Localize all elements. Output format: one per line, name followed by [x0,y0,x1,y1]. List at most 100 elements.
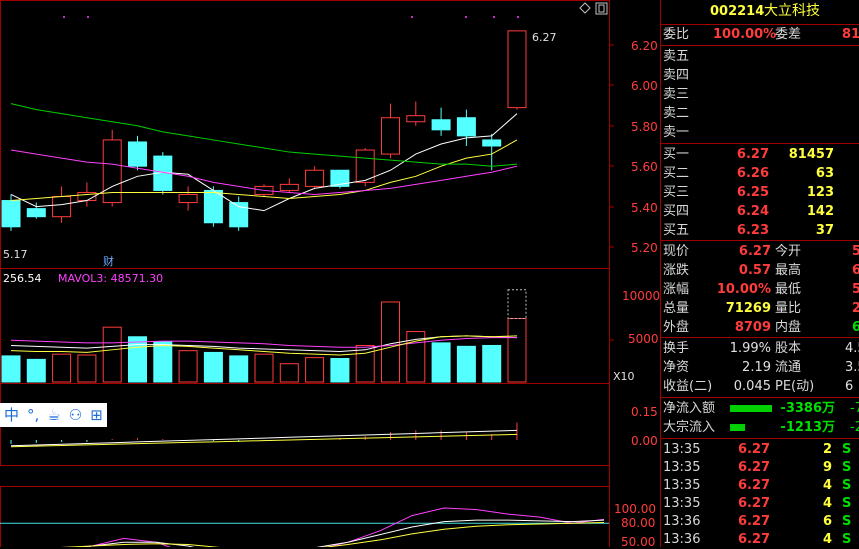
tick-row: 13:35 6.27 9 S [660,458,859,477]
tick-volume: 4 [823,532,833,547]
quote-label: 内盘 [775,320,802,335]
buy-level-label: 买一 [663,147,690,162]
tick-row: 13:35 6.27 4 S [660,476,859,495]
weicha-value: 81 [842,27,859,42]
money-flow-row: 大宗流入 -1213万 -2 [660,418,859,437]
buy-level-label: 买三 [663,185,690,200]
divider [660,337,859,338]
buy-level-price: 6.25 [736,185,769,200]
sell-level-row[interactable]: 卖二 [660,104,859,123]
buy-level-price: 6.23 [736,223,769,238]
tick-volume: 4 [823,496,833,511]
fund-label: 换手 [663,341,690,356]
weibi-row: 委比 100.00% 委差 81 [660,25,859,44]
money-flow-bar [730,405,772,412]
window-icon[interactable] [595,2,608,15]
sell-level-row[interactable]: 卖五 [660,47,859,66]
sell-level-row[interactable]: 卖三 [660,85,859,104]
volume-forecast [507,289,527,319]
volume-bar [203,351,223,383]
ime-punct-icon[interactable]: °, [27,404,39,426]
volume-bar [431,342,451,383]
buy-level-row[interactable]: 买一 6.27 81457 [660,145,859,164]
vol-x10-label: X10 [613,370,635,383]
tick-side: S [842,442,852,457]
fund-label: 净资 [663,360,690,375]
mavol-left-value: 256.54 [3,272,42,285]
quote-label: 最高 [775,263,802,278]
candle-body [381,117,400,155]
candle-body [178,193,198,204]
volume-bar [330,358,350,383]
fund-row: 收益(二) 0.045 PE(动) 6 [660,377,859,396]
tick-volume: 6 [823,514,833,529]
ime-chinese-toggle[interactable]: 中 [4,404,19,426]
candle-body [26,208,46,218]
fund-label: 流通 [775,360,802,375]
quote-label: 现价 [663,244,690,259]
stock-header: 002214 大立科技 [660,2,859,21]
buy-level-row[interactable]: 买三 6.25 123 [660,183,859,202]
sell-level-row[interactable]: 卖一 [660,123,859,142]
sell-level-label: 卖二 [663,106,690,121]
quote-label: 最低 [775,282,802,297]
top-marker-dot [87,16,89,18]
tick-row: 13:35 6.27 4 S [660,494,859,513]
fund-label: PE(动) [775,379,815,394]
volume-bar [381,301,400,383]
buy-level-price: 6.24 [736,204,769,219]
quote-row: 现价 6.27 今开 5 [660,242,859,261]
ime-toolbar[interactable]: 中 °, ☕ ⚇ ⊞ [0,403,107,427]
quote-label: 外盘 [663,320,690,335]
ime-grid-icon[interactable]: ⊞ [90,404,103,426]
volume-bars [1,289,527,383]
quote-row: 外盘 8709 内盘 62 [660,318,859,337]
buy-level-volume: 81457 [788,147,834,162]
quote-label: 量比 [775,301,802,316]
buy-level-row[interactable]: 买五 6.23 37 [660,221,859,240]
tick-row: 13:36 6.27 6 S [660,512,859,531]
quote-value: 5 [852,282,859,297]
volume-bar [128,336,147,383]
ime-cup-icon[interactable]: ☕ [47,404,60,426]
volume-bar [279,363,299,383]
fund-row: 净资 2.19 流通 3.5 [660,358,859,377]
sell-level-row[interactable]: 卖四 [660,66,859,85]
buy-level-volume: 123 [806,185,834,200]
volume-bar [229,355,249,383]
candle-body [431,119,451,131]
tick-side: S [842,496,852,511]
quote-value: 8709 [734,320,771,335]
kdj-indicator [0,507,609,547]
tick-side: S [842,532,852,547]
quote-value: 0.57 [738,263,771,278]
kdj-d-line [60,521,605,547]
money-flow-label: 净流入额 [663,401,716,416]
fund-value: 3.5 [845,360,859,375]
tick-price: 6.27 [738,442,771,457]
panel-border [0,486,610,547]
price-tick: 5.60 [631,160,658,174]
weicha-label: 委差 [775,27,802,42]
quote-label: 今开 [775,244,802,259]
buy-level-row[interactable]: 买四 6.24 142 [660,202,859,221]
fund-value: 2.19 [742,360,771,375]
tick-volume: 2 [823,442,833,457]
buy-level-row[interactable]: 买二 6.26 63 [660,164,859,183]
top-marker-dot [493,16,495,18]
divider [660,45,859,46]
quote-value: 6 [852,263,859,278]
candle-body [482,139,502,147]
quote-row: 总量 71269 量比 2 [660,299,859,318]
top-marker-dot [465,16,467,18]
price-tick: 5.80 [631,120,658,134]
diamond-icon[interactable] [579,2,591,14]
ime-user-icon[interactable]: ⚇ [69,404,82,426]
vol-tick: 10000 [622,289,660,303]
quote-value: 10.00% [716,282,771,297]
tick-time: 13:35 [663,478,701,493]
low-price-label: 5.17 [3,248,28,261]
volume-bar [305,357,325,383]
sell-level-label: 卖五 [663,49,690,64]
cai-marker[interactable]: 财 [103,254,114,268]
